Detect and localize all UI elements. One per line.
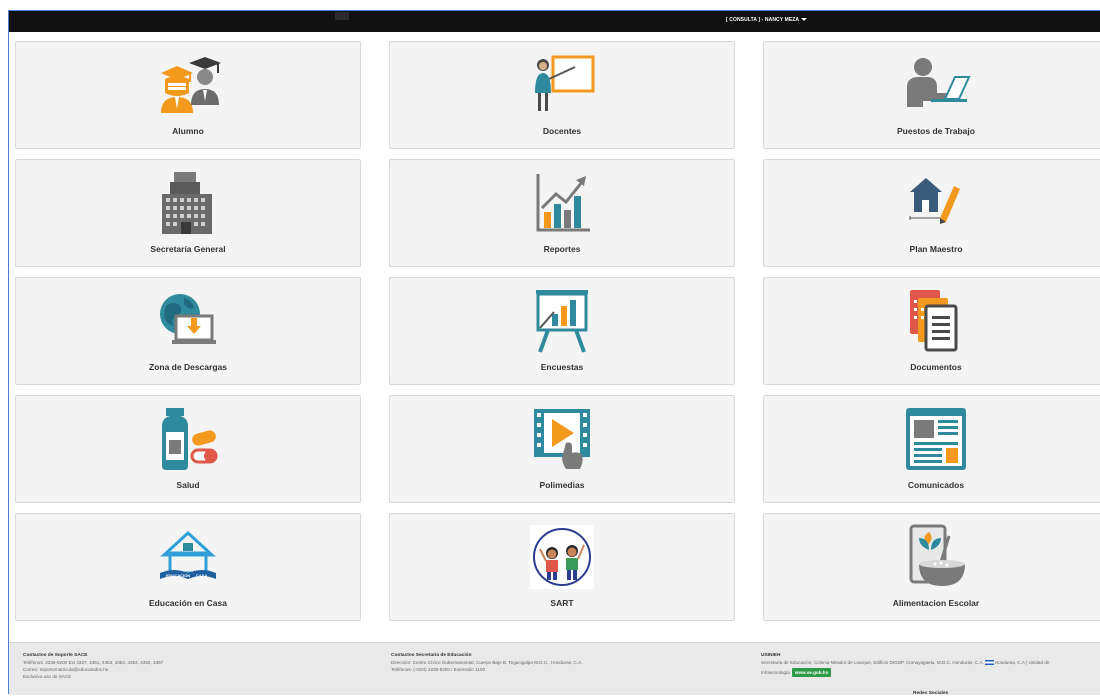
tile-alumno[interactable]: Alumno xyxy=(15,41,361,149)
tile-alimentacion[interactable]: Alimentacion Escolar xyxy=(763,513,1100,621)
newspaper-icon xyxy=(764,406,1100,472)
caret-down-icon xyxy=(801,18,808,22)
footer-secretaria-address: Dirección: Centro Cívico Gubernamental, … xyxy=(391,660,583,665)
tile-plan-maestro[interactable]: Plan Maestro xyxy=(763,159,1100,267)
tile-label: Docentes xyxy=(542,126,582,136)
tile-label: SART xyxy=(550,598,574,608)
top-navbar: [ CONSULTA ] - NANCY MEZA xyxy=(9,11,1100,32)
svg-text:CASA: CASA xyxy=(196,573,207,578)
tile-sart[interactable]: SART xyxy=(389,513,735,621)
tile-educacion-casa[interactable]: EDUCACIÓN CASA Educación en Casa xyxy=(15,513,361,621)
globe-download-icon xyxy=(16,288,360,354)
tile-label: Documentos xyxy=(910,362,962,372)
footer-sace-contacts: Contactos de Soporte SACE Teléfonos: 223… xyxy=(23,652,353,680)
tile-docentes[interactable]: Docentes xyxy=(389,41,735,149)
tile-label: Comunicados xyxy=(907,480,965,490)
graduates-icon xyxy=(16,52,360,118)
user-menu-dropdown[interactable]: [ CONSULTA ] - NANCY MEZA xyxy=(726,17,808,23)
footer-usinieh-line2: Infotecnología xyxy=(761,670,790,675)
tile-label: Encuestas xyxy=(540,362,584,372)
tile-label: Secretaría General xyxy=(150,244,226,254)
home-education-icon: EDUCACIÓN CASA xyxy=(16,524,360,590)
tile-label: Educación en Casa xyxy=(149,598,227,608)
footer-usinieh-line1b: Honduras, C.A | Unidad de xyxy=(994,660,1050,665)
building-icon xyxy=(16,170,360,236)
video-play-icon xyxy=(390,406,734,472)
tile-label: Zona de Descargas xyxy=(149,362,227,372)
tile-descargas[interactable]: Zona de Descargas xyxy=(15,277,361,385)
tile-label: Reportes xyxy=(543,244,581,254)
tile-label: Salud xyxy=(176,480,200,490)
tile-label: Alumno xyxy=(172,126,204,136)
tile-encuestas[interactable]: Encuestas xyxy=(389,277,735,385)
tile-documentos[interactable]: Documentos xyxy=(763,277,1100,385)
teacher-board-icon xyxy=(390,52,734,118)
house-plan-icon xyxy=(764,170,1100,236)
footer-usinieh-line1: Secretaría de Educación, Colonia Mirador… xyxy=(761,660,984,665)
honduras-flag-icon xyxy=(984,660,994,666)
footer-secretaria-contacts: Contactos Secretaría de Educación Direcc… xyxy=(391,652,731,673)
footer-secretaria-title: Contactos Secretaría de Educación xyxy=(391,653,472,658)
user-menu-label: [ CONSULTA ] - NANCY MEZA xyxy=(726,17,800,23)
footer-secretaria-phone: Teléfonos: (+504) 2236-8200 / Extensión … xyxy=(391,667,486,672)
tile-salud[interactable]: Salud xyxy=(15,395,361,503)
footer-sace-email[interactable]: Correo: soportematricula@educatodos.hn xyxy=(23,666,353,673)
growth-chart-icon xyxy=(390,170,734,236)
footer-usinieh: USINIEH Secretaría de Educación, Colonia… xyxy=(761,652,1091,677)
medicine-icon xyxy=(16,406,360,472)
navbar-logo-placeholder xyxy=(335,12,349,20)
footer-usinieh-row2: Infotecnología www.se.gob.hn xyxy=(761,668,1091,677)
website-badge-link[interactable]: www.se.gob.hn xyxy=(791,668,832,677)
tile-label: Puestos de Trabajo xyxy=(897,126,975,136)
workstation-icon xyxy=(764,52,1100,118)
footer-usinieh-title: USINIEH xyxy=(761,653,781,658)
site-footer: Contactos de Soporte SACE Teléfonos: 223… xyxy=(9,642,1100,696)
svg-text:EDUCACIÓN: EDUCACIÓN xyxy=(166,573,190,578)
sart-logo-icon xyxy=(390,524,734,590)
documents-icon xyxy=(764,288,1100,354)
tile-label: Polimedias xyxy=(539,480,585,490)
tile-puestos[interactable]: Puestos de Trabajo xyxy=(763,41,1100,149)
footer-usinieh-address: Secretaría de Educación, Colonia Mirador… xyxy=(761,659,1091,666)
tile-comunicados[interactable]: Comunicados xyxy=(763,395,1100,503)
presentation-easel-icon xyxy=(390,288,734,354)
footer-sace-title: Contactos de Soporte SACE xyxy=(23,653,88,658)
app-frame: [ CONSULTA ] - NANCY MEZA Alumno Docente… xyxy=(8,10,1100,696)
school-food-icon xyxy=(764,524,1100,590)
tile-label: Plan Maestro xyxy=(909,244,963,254)
tile-polimedias[interactable]: Polimedias xyxy=(389,395,735,503)
footer-sace-note: Exclusivo uso de SACE xyxy=(23,674,72,679)
footer-sace-phone: Teléfonos: 2236-8200 Ext 4327, 4351, 435… xyxy=(23,660,164,665)
tile-label: Alimentacion Escolar xyxy=(892,598,980,608)
tile-reportes[interactable]: Reportes xyxy=(389,159,735,267)
tile-secretaria[interactable]: Secretaría General xyxy=(15,159,361,267)
